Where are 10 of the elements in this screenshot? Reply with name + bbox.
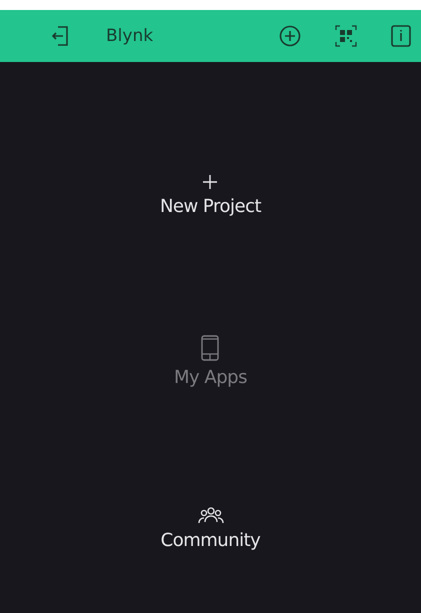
menu-item[interactable]: New Project xyxy=(160,174,262,217)
people-icon xyxy=(196,506,224,524)
info-icon[interactable] xyxy=(391,25,411,47)
menu-item[interactable]: Community xyxy=(160,506,260,551)
phone-icon xyxy=(201,335,220,361)
add-icon[interactable] xyxy=(279,25,301,47)
plus-icon xyxy=(202,174,218,190)
qr-code-icon[interactable] xyxy=(335,25,357,47)
app-title: Blynk xyxy=(106,26,154,46)
logout-icon[interactable] xyxy=(52,26,70,46)
